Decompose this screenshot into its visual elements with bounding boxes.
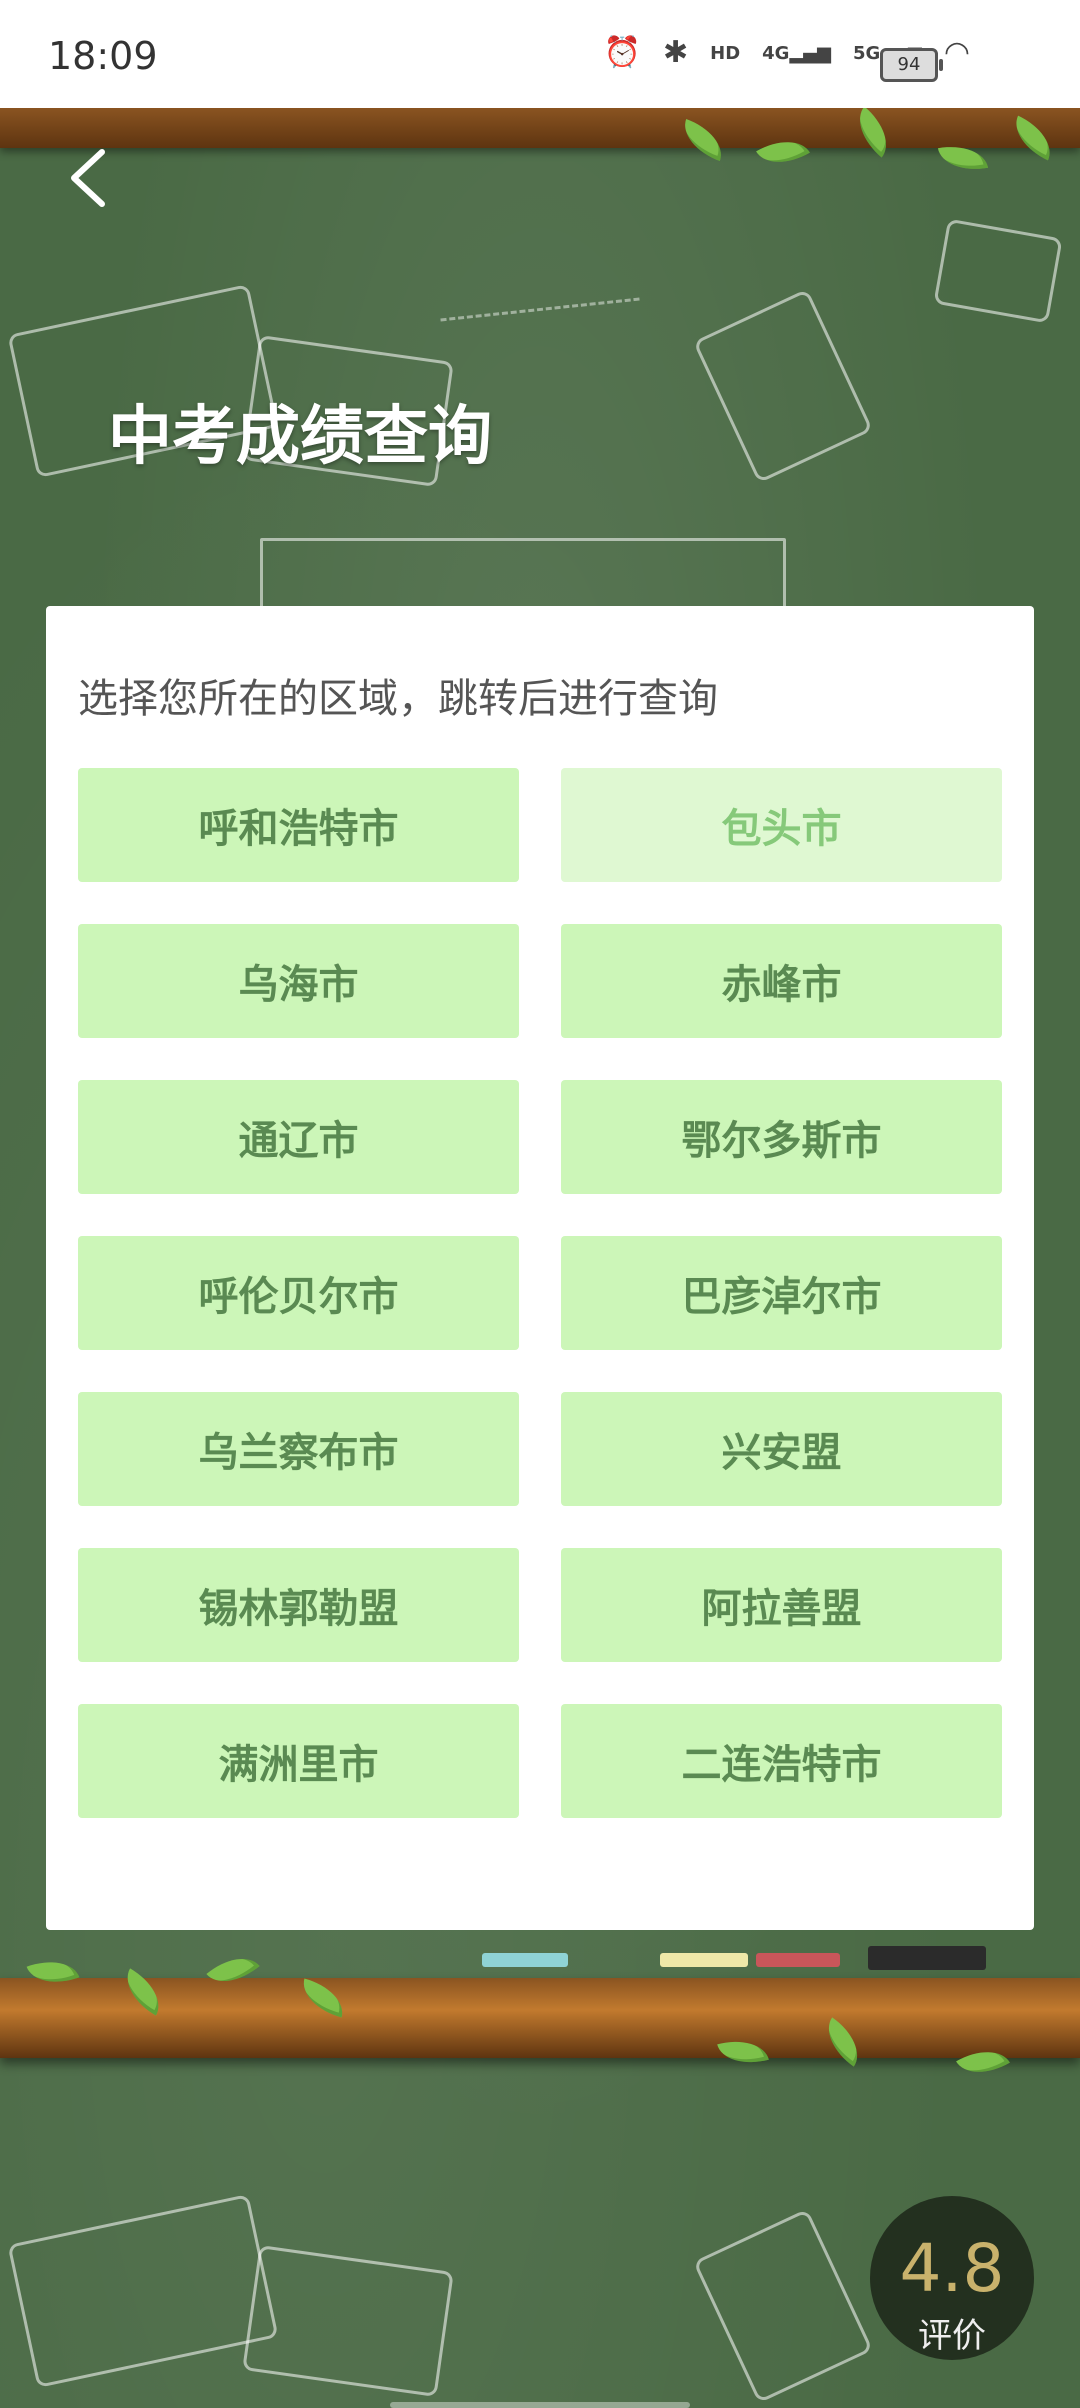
region-button[interactable]: 巴彦淖尔市: [561, 1236, 1002, 1350]
region-button[interactable]: 赤峰市: [561, 924, 1002, 1038]
region-button[interactable]: 鄂尔多斯市: [561, 1080, 1002, 1194]
home-indicator: [390, 2402, 690, 2408]
region-button[interactable]: 兴安盟: [561, 1392, 1002, 1506]
region-button[interactable]: 阿拉善盟: [561, 1548, 1002, 1662]
box-doodle: [692, 2208, 874, 2404]
dashed-line-doodle: [440, 297, 640, 322]
bluetooth-icon: ✱: [663, 35, 689, 70]
back-button[interactable]: [58, 148, 118, 208]
region-button[interactable]: 呼伦贝尔市: [78, 1236, 519, 1350]
region-button[interactable]: 呼和浩特市: [78, 768, 519, 882]
rating-badge[interactable]: 4.8 评价: [870, 2196, 1034, 2360]
region-button[interactable]: 锡林郭勒盟: [78, 1548, 519, 1662]
eraser: [868, 1946, 986, 1970]
status-time: 18:09: [48, 34, 158, 78]
instruction-text: 选择您所在的区域，跳转后进行查询: [78, 676, 718, 722]
region-button[interactable]: 满洲里市: [78, 1704, 519, 1818]
4g-signal-icon: 4G▂▄▆: [762, 42, 831, 64]
region-button[interactable]: 二连浩特市: [561, 1704, 1002, 1818]
chalk-blue: [482, 1953, 568, 1967]
status-bar: 18:09 ⏰ ✱ HD 4G▂▄▆ 5G▂▄▆ ◠ 94: [0, 0, 1080, 108]
box-doodle: [692, 288, 874, 484]
battery-icon: 94: [880, 48, 943, 82]
book-doodle: [933, 218, 1063, 324]
region-button[interactable]: 乌兰察布市: [78, 1392, 519, 1506]
chalk-red: [756, 1953, 840, 1967]
book-doodle: [7, 2194, 279, 2388]
board-frame-bottom: [0, 1978, 1080, 2058]
rating-score: 4.8: [899, 2230, 1005, 2307]
region-button[interactable]: 包头市: [561, 768, 1002, 882]
chalk-yellow: [660, 1953, 748, 1967]
region-selection-card: 选择您所在的区域，跳转后进行查询 呼和浩特市 包头市 乌海市 赤峰市 通辽市 鄂…: [46, 606, 1034, 1930]
alarm-icon: ⏰: [603, 35, 641, 70]
region-grid: 呼和浩特市 包头市 乌海市 赤峰市 通辽市 鄂尔多斯市 呼伦贝尔市 巴彦淖尔市 …: [78, 768, 1002, 1818]
board-frame-top: [0, 108, 1080, 148]
region-button[interactable]: 乌海市: [78, 924, 519, 1038]
page-title: 中考成绩查询: [108, 400, 492, 474]
book-doodle: [242, 2244, 454, 2398]
rating-label: 评价: [918, 2316, 986, 2356]
chevron-left-icon: [71, 149, 105, 207]
region-button[interactable]: 通辽市: [78, 1080, 519, 1194]
battery-level: 94: [897, 54, 921, 75]
hd-icon: HD: [710, 42, 741, 64]
wifi-icon: ◠: [943, 35, 970, 70]
